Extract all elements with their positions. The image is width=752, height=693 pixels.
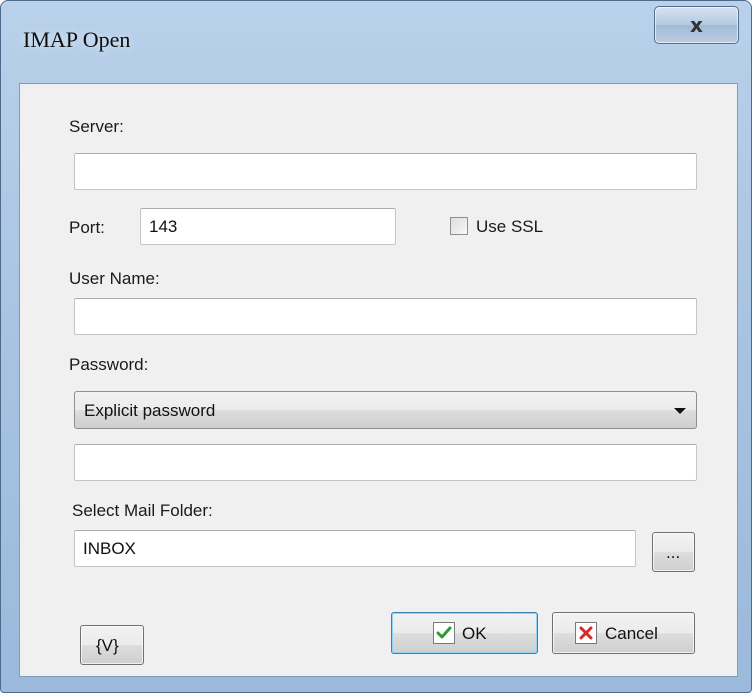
- check-icon: [433, 622, 455, 644]
- ok-button[interactable]: OK: [391, 612, 538, 654]
- ok-button-label: OK: [462, 624, 487, 643]
- cross-icon: [575, 622, 597, 644]
- cancel-button-label: Cancel: [605, 624, 658, 643]
- mail-folder-input-value: INBOX: [83, 539, 136, 558]
- browse-button-label: ...: [666, 543, 681, 562]
- dialog-client-area: Server: Port: 143 Use SSL User Name: Pas…: [19, 83, 738, 677]
- title-bar[interactable]: IMAP Open x: [1, 1, 752, 83]
- select-mail-folder-label: Select Mail Folder:: [72, 501, 213, 520]
- close-icon: x: [690, 13, 703, 37]
- use-ssl-checkbox[interactable]: [450, 217, 468, 235]
- cancel-button[interactable]: Cancel: [552, 612, 695, 654]
- server-input[interactable]: [74, 153, 697, 190]
- variables-button-label: {V}: [96, 636, 119, 655]
- window-title: IMAP Open: [23, 27, 131, 52]
- user-name-input[interactable]: [74, 298, 697, 335]
- password-label: Password:: [69, 355, 149, 374]
- password-mode-select[interactable]: Explicit password: [74, 391, 697, 429]
- password-input[interactable]: [74, 444, 697, 481]
- password-mode-value: Explicit password: [84, 401, 216, 420]
- chevron-down-icon: [674, 408, 686, 414]
- mail-folder-input[interactable]: INBOX: [74, 530, 636, 567]
- variables-button[interactable]: {V}: [80, 625, 144, 665]
- dialog-window: IMAP Open x Server: Port: 143 Use SSL Us…: [0, 0, 752, 693]
- port-label: Port:: [69, 218, 105, 237]
- use-ssl-label[interactable]: Use SSL: [476, 217, 543, 237]
- port-input-value: 143: [149, 217, 178, 236]
- port-input[interactable]: 143: [140, 208, 396, 245]
- user-name-label: User Name:: [69, 269, 160, 288]
- browse-folder-button[interactable]: ...: [652, 532, 695, 572]
- close-button[interactable]: x: [654, 6, 739, 44]
- server-label: Server:: [69, 117, 124, 136]
